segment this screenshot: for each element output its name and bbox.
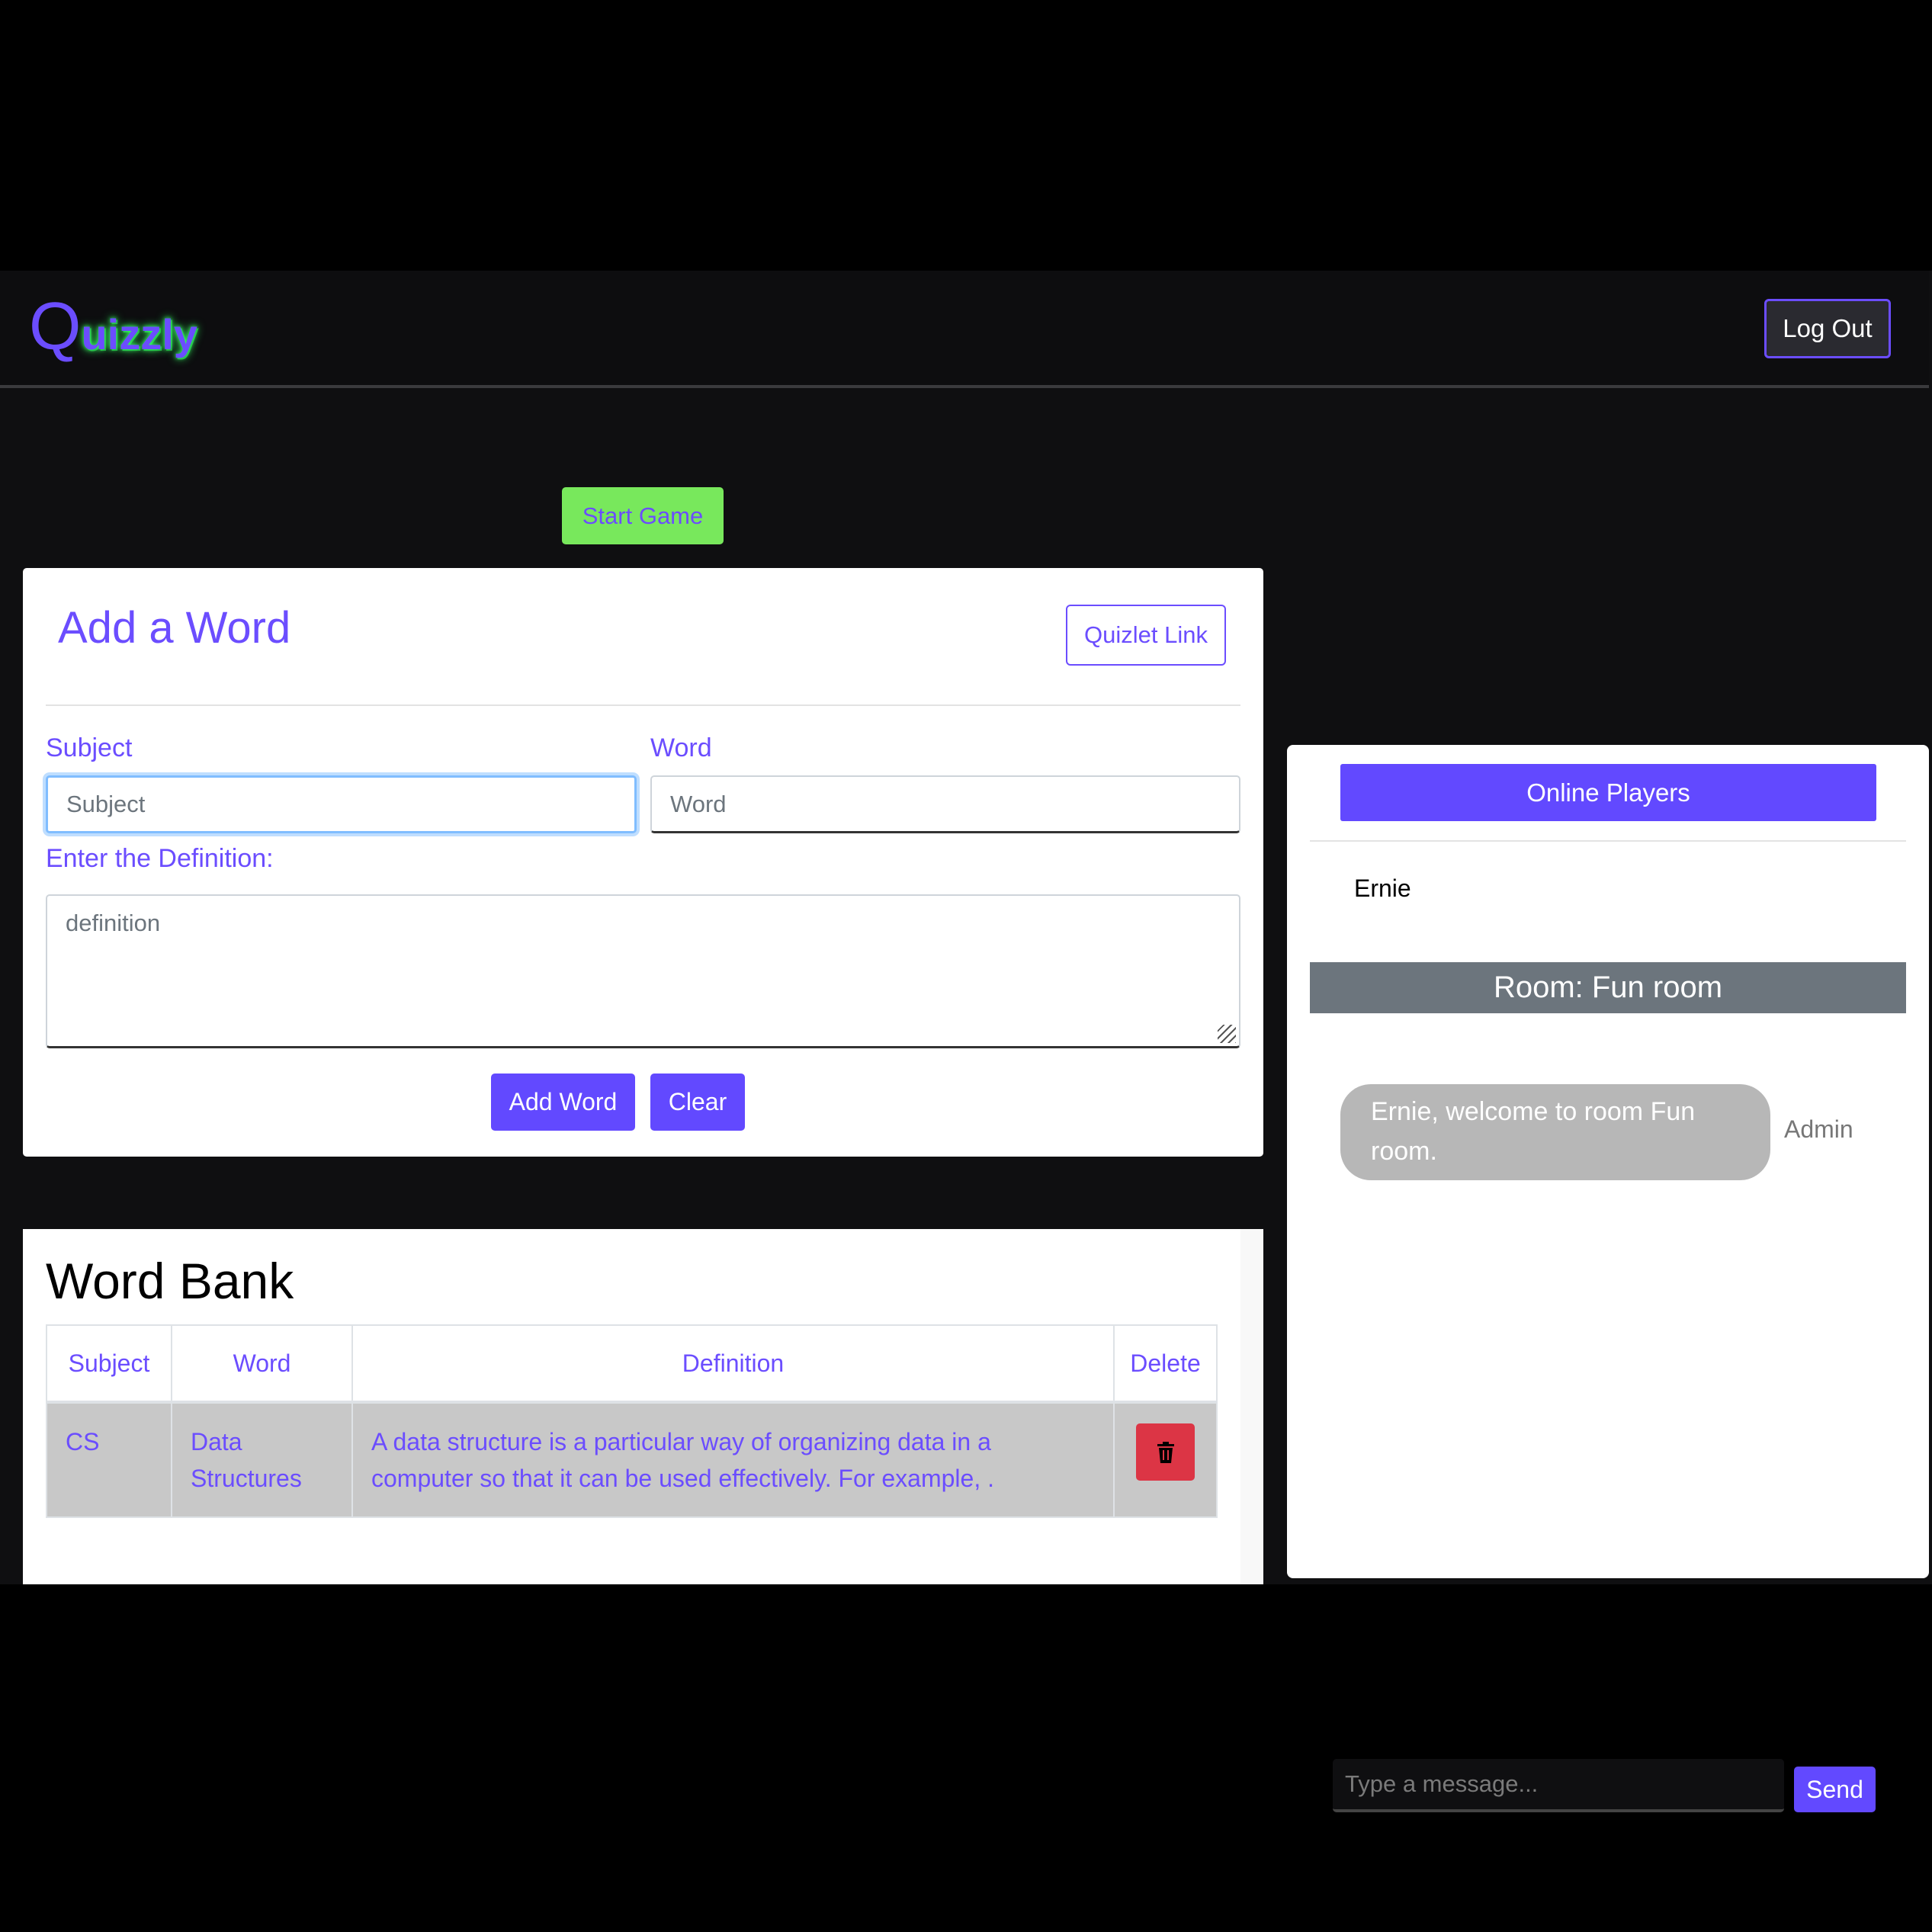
- word-bank-table: Subject Word Definition Delete CS Data S…: [46, 1324, 1218, 1518]
- divider: [46, 704, 1240, 706]
- header-delete: Delete: [1113, 1324, 1218, 1404]
- chat-message-bubble: Ernie, welcome to room Fun room.: [1340, 1084, 1770, 1180]
- divider: [1310, 840, 1906, 842]
- definition-placeholder: definition: [66, 910, 161, 936]
- cell-word: Data Structures: [171, 1401, 353, 1518]
- definition-textarea[interactable]: definition: [46, 894, 1240, 1048]
- header-subject: Subject: [46, 1324, 172, 1404]
- logout-button[interactable]: Log Out: [1764, 299, 1891, 358]
- subject-label: Subject: [46, 733, 133, 762]
- word-label: Word: [650, 733, 712, 762]
- app-root: Quizzly Log Out Start Game Add a Word Qu…: [0, 271, 1932, 1812]
- cell-definition: A data structure is a particular way of …: [351, 1401, 1115, 1518]
- quizzly-logo[interactable]: Quizzly: [29, 284, 197, 368]
- word-bank-card: Word Bank Subject Word Definition Delete…: [23, 1229, 1263, 1584]
- start-game-button[interactable]: Start Game: [562, 487, 724, 544]
- add-word-button[interactable]: Add Word: [491, 1074, 635, 1131]
- room-header: Room: Fun room: [1310, 962, 1906, 1013]
- logo-q: Q: [29, 288, 82, 364]
- subject-input[interactable]: Subject: [46, 775, 637, 833]
- online-player-item: Ernie: [1354, 875, 1411, 902]
- navbar: Quizzly Log Out: [0, 271, 1929, 388]
- table-row: CS Data Structures A data structure is a…: [46, 1401, 1218, 1518]
- cell-subject: CS: [46, 1401, 172, 1518]
- word-bank-title: Word Bank: [46, 1253, 294, 1309]
- add-word-title: Add a Word: [58, 603, 291, 653]
- word-input[interactable]: Word: [650, 775, 1240, 833]
- header-definition: Definition: [351, 1324, 1115, 1404]
- logo-text: uizzly: [81, 310, 197, 358]
- trash-icon: [1157, 1441, 1174, 1463]
- quizlet-link-button[interactable]: Quizlet Link: [1066, 605, 1226, 666]
- cell-delete: [1113, 1401, 1218, 1518]
- header-word: Word: [171, 1324, 353, 1404]
- message-sender: Admin: [1784, 1115, 1853, 1143]
- message-input[interactable]: Type a message...: [1333, 1759, 1784, 1812]
- definition-label: Enter the Definition:: [46, 844, 274, 873]
- chat-panel: Online Players Ernie Room: Fun room Erni…: [1287, 745, 1929, 1812]
- resize-grip-icon[interactable]: [1218, 1025, 1236, 1043]
- online-players-button[interactable]: Online Players: [1340, 764, 1876, 821]
- send-button[interactable]: Send: [1794, 1767, 1876, 1812]
- add-word-card: Add a Word Quizlet Link Subject Subject …: [23, 568, 1263, 1157]
- table-header-row: Subject Word Definition Delete: [46, 1324, 1218, 1404]
- delete-button[interactable]: [1136, 1423, 1195, 1481]
- clear-button[interactable]: Clear: [650, 1074, 745, 1131]
